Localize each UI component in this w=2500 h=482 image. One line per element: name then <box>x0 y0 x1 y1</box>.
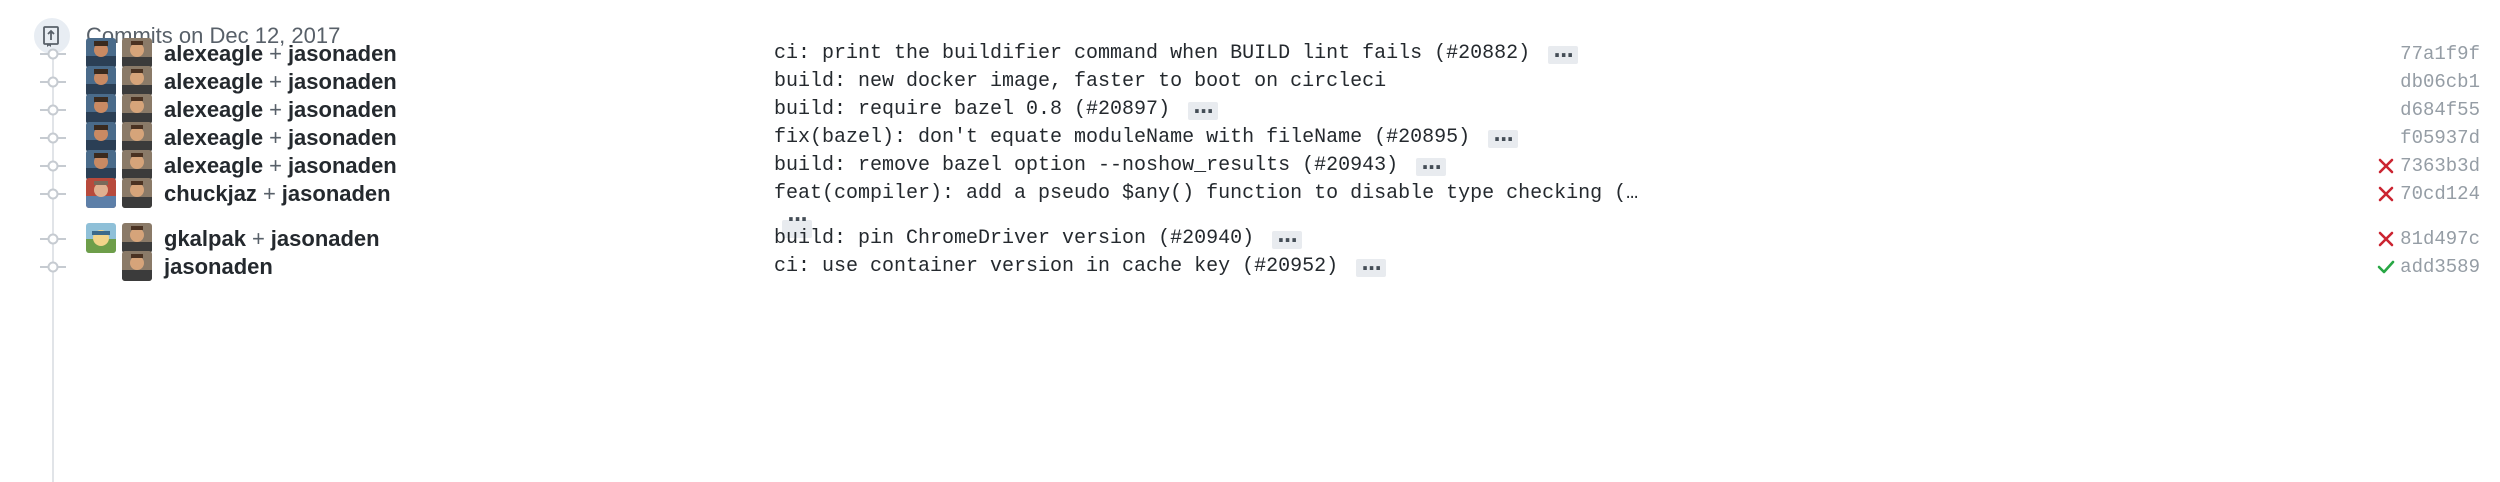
success-check-icon[interactable] <box>2376 257 2396 277</box>
commit-authors: jasonaden <box>164 245 273 289</box>
commit-sha-area: 70cd124 <box>2376 172 2480 216</box>
commit-row: jasonaden ci: use container version in c… <box>0 245 2500 290</box>
expand-message-button[interactable] <box>1356 246 1387 290</box>
avatar-jasonaden[interactable] <box>122 178 152 208</box>
author-link[interactable]: jasonaden <box>282 181 391 206</box>
commit-message-link[interactable]: feat(compiler): add a pseudo $any() func… <box>774 172 1638 216</box>
commit-message: feat(compiler): add a pseudo $any() func… <box>774 172 1638 216</box>
commit-sha[interactable]: 70cd124 <box>2400 172 2480 216</box>
author-link[interactable]: jasonaden <box>164 254 273 279</box>
failure-x-icon[interactable] <box>2376 184 2396 204</box>
commit-sha-area: add3589 <box>2376 245 2480 289</box>
commit-message: ci: use container version in cache key (… <box>774 245 1387 290</box>
commit-message-link[interactable]: ci: use container version in cache key (… <box>774 245 1338 289</box>
plus-sign: + <box>262 181 276 206</box>
commit-dot-icon <box>40 186 66 202</box>
author-link[interactable]: chuckjaz <box>164 181 257 206</box>
commit-authors: chuckjaz + jasonaden <box>164 172 391 216</box>
avatar-chuckjaz[interactable] <box>86 178 116 208</box>
commit-sha[interactable]: add3589 <box>2400 245 2480 289</box>
avatar-jasonaden[interactable] <box>122 251 152 281</box>
commit-dot-icon <box>40 259 66 275</box>
